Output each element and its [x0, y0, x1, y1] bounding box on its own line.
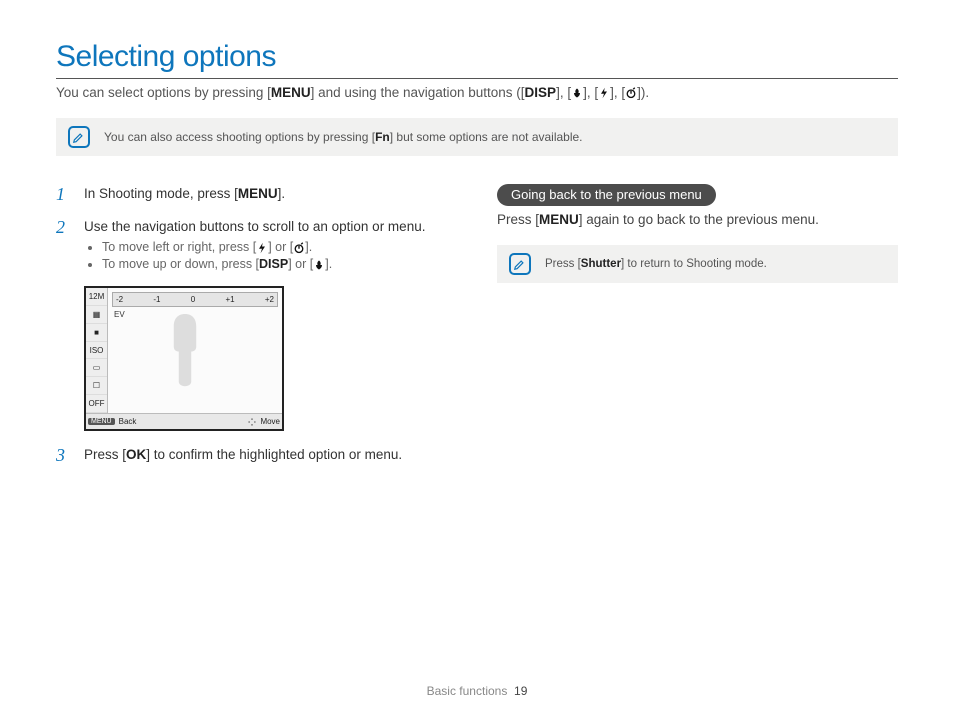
page-title: Selecting options	[56, 40, 898, 74]
flash-icon	[598, 87, 610, 99]
ev-m2: -2	[116, 295, 123, 304]
camera-lcd-mock: 12M ▦ ■ ISO ▭ ☐ OFF -2 -1 0	[84, 286, 284, 431]
fn-label: Fn	[375, 130, 390, 144]
timer-icon	[293, 242, 305, 254]
lcd-sidebar: 12M ▦ ■ ISO ▭ ☐ OFF	[86, 288, 108, 413]
lcd-back-label: Back	[119, 417, 137, 426]
note-post: ] but some options are not available.	[390, 130, 583, 144]
step-2-body: Use the navigation buttons to scroll to …	[84, 217, 425, 274]
timer-icon	[625, 87, 637, 99]
b2-mid: ] or [	[288, 257, 313, 271]
b1-post: ].	[305, 240, 312, 254]
step-3-num: 3	[56, 445, 74, 466]
top-note-text: You can also access shooting options by …	[104, 130, 583, 144]
s2-text: Use the navigation buttons to scroll to …	[84, 219, 425, 234]
sep1: ], [	[556, 85, 571, 100]
r-pre: Press [	[497, 212, 539, 227]
step-2-num: 2	[56, 217, 74, 274]
b1-pre: To move left or right, press [	[102, 240, 256, 254]
step-1-num: 1	[56, 184, 74, 205]
flash-icon	[256, 242, 268, 254]
ev-m1: -1	[153, 295, 160, 304]
note-icon	[68, 126, 90, 148]
intro-pre: You can select options by pressing [	[56, 85, 271, 100]
ev-p1: +1	[225, 295, 234, 304]
right-line: Press [MENU] again to go back to the pre…	[497, 212, 898, 227]
left-column: 1 In Shooting mode, press [MENU]. 2 Use …	[56, 184, 457, 478]
lcd-move-label: Move	[260, 417, 280, 426]
step-2: 2 Use the navigation buttons to scroll t…	[56, 217, 457, 274]
footer-section: Basic functions	[427, 684, 508, 698]
section-pill: Going back to the previous menu	[497, 184, 716, 206]
person-silhouette-icon	[160, 294, 210, 384]
lcd-ic-1: ▦	[86, 306, 107, 324]
title-rule	[56, 78, 898, 79]
menu-label: MENU	[271, 85, 311, 100]
b2-disp: DISP	[259, 257, 288, 271]
macro-icon	[571, 87, 583, 99]
right-note-text: Press [Shutter] to return to Shooting mo…	[545, 258, 767, 270]
b2-post: ].	[325, 257, 332, 271]
s3-pre: Press [	[84, 447, 126, 462]
intro-mid: ] and using the navigation buttons ([	[311, 85, 525, 100]
lcd-footer: MENU Back Move	[86, 413, 282, 429]
s1-pre: In Shooting mode, press [	[84, 186, 238, 201]
step-3-body: Press [OK] to confirm the highlighted op…	[84, 445, 402, 466]
b2-pre: To move up or down, press [	[102, 257, 259, 271]
right-note-box: Press [Shutter] to return to Shooting mo…	[497, 245, 898, 283]
step-1: 1 In Shooting mode, press [MENU].	[56, 184, 457, 205]
ev-0: 0	[191, 295, 195, 304]
intro-text: You can select options by pressing [MENU…	[56, 85, 898, 100]
lcd-ic-2: ■	[86, 324, 107, 342]
lcd-body: 12M ▦ ■ ISO ▭ ☐ OFF -2 -1 0	[86, 288, 282, 413]
page-footer: Basic functions 19	[0, 684, 954, 698]
lcd-ic-5: ☐	[86, 377, 107, 395]
s3-post: ] to confirm the highlighted option or m…	[146, 447, 402, 462]
lcd-ic-3: ISO	[86, 342, 107, 360]
step-3: 3 Press [OK] to confirm the highlighted …	[56, 445, 457, 466]
content-columns: 1 In Shooting mode, press [MENU]. 2 Use …	[56, 184, 898, 478]
right-column: Going back to the previous menu Press [M…	[497, 184, 898, 478]
sep3: ], [	[610, 85, 625, 100]
footer-page: 19	[514, 684, 527, 698]
rn-pre: Press [	[545, 258, 581, 270]
ev-label: EV	[114, 310, 125, 319]
s3-btn: OK	[126, 447, 146, 462]
rn-post: ] to return to Shooting mode.	[621, 258, 767, 270]
disp-label: DISP	[525, 85, 557, 100]
lcd-back-btn: MENU	[88, 418, 115, 425]
top-note-box: You can also access shooting options by …	[56, 118, 898, 156]
step-1-body: In Shooting mode, press [MENU].	[84, 184, 285, 205]
s1-btn: MENU	[238, 186, 278, 201]
lcd-main: -2 -1 0 +1 +2 EV	[108, 288, 282, 413]
b1-mid: ] or [	[268, 240, 293, 254]
macro-icon	[313, 259, 325, 271]
s1-post: ].	[278, 186, 286, 201]
sep2: ], [	[583, 85, 598, 100]
lcd-ic-0: 12M	[86, 288, 107, 306]
bullet-ud: To move up or down, press [DISP] or [].	[102, 257, 425, 271]
bullet-lr: To move left or right, press [ ] or [].	[102, 240, 425, 254]
intro-post: ]).	[637, 85, 649, 100]
lcd-ic-6: OFF	[86, 395, 107, 413]
r-btn: MENU	[539, 212, 579, 227]
ev-scale: -2 -1 0 +1 +2	[112, 292, 278, 307]
step-2-bullets: To move left or right, press [ ] or []. T…	[84, 240, 425, 271]
note-pre: You can also access shooting options by …	[104, 130, 375, 144]
note-icon	[509, 253, 531, 275]
rn-btn: Shutter	[581, 258, 621, 270]
r-post: ] again to go back to the previous menu.	[579, 212, 819, 227]
ev-p2: +2	[265, 295, 274, 304]
move-icon	[248, 418, 256, 426]
lcd-ic-4: ▭	[86, 359, 107, 377]
